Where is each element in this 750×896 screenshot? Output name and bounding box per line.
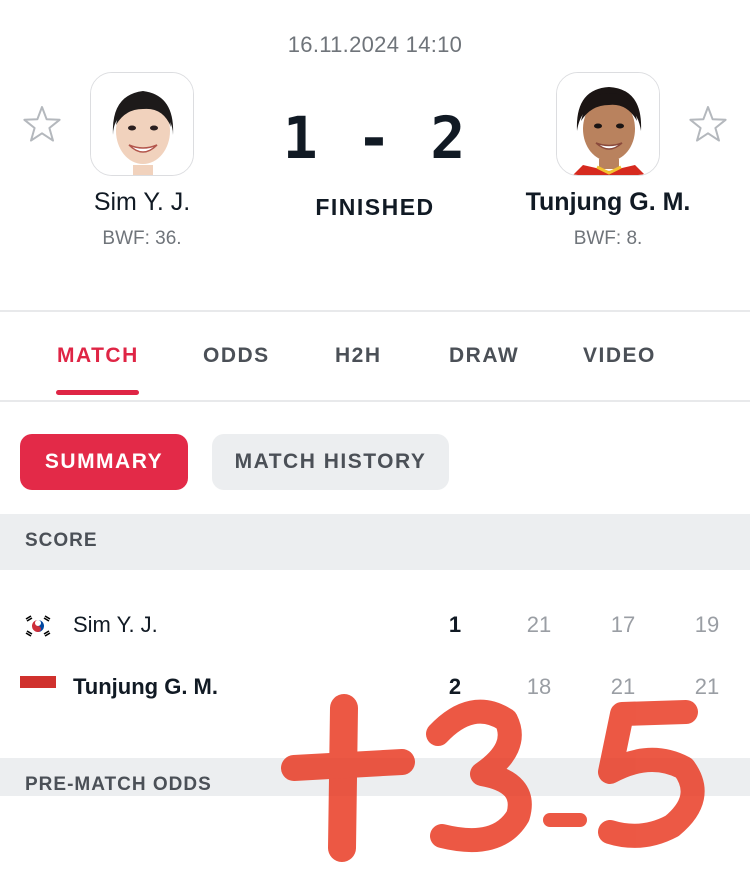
- tab-draw[interactable]: DRAW: [449, 344, 519, 368]
- active-tab-indicator: [56, 390, 139, 395]
- away-player-rank: BWF: 8.: [573, 228, 643, 249]
- tab-h2h[interactable]: H2H: [335, 344, 382, 368]
- home-set-1: 21: [526, 612, 552, 637]
- player-photo-icon[interactable]: [556, 72, 660, 176]
- home-player-rank: BWF: 36.: [102, 228, 182, 249]
- match-history-button[interactable]: MATCH HISTORY: [212, 434, 449, 490]
- favorite-star-icon[interactable]: [22, 104, 62, 144]
- away-player-name[interactable]: Tunjung G. M.: [488, 188, 728, 217]
- home-row-name: Sim Y. J.: [73, 612, 158, 637]
- score-section-header: SCORE: [0, 514, 750, 570]
- tab-odds[interactable]: ODDS: [203, 344, 270, 368]
- favorite-star-icon[interactable]: [688, 104, 728, 144]
- table-row[interactable]: Tunjung G. M. 2 18 21 21: [0, 666, 750, 706]
- home-total-sets: 1: [448, 612, 462, 637]
- player-photo-icon[interactable]: [90, 72, 194, 176]
- match-datetime: 16.11.2024 14:10: [287, 32, 463, 57]
- away-set-3: 21: [694, 674, 720, 699]
- summary-button[interactable]: SUMMARY: [20, 434, 188, 490]
- match-status: FINISHED: [315, 194, 435, 220]
- home-set-3: 19: [694, 612, 720, 637]
- away-set-2: 21: [610, 674, 636, 699]
- tabs-divider: [0, 400, 750, 402]
- section-title: SCORE: [25, 530, 98, 551]
- match-tabs: MATCH ODDS H2H DRAW VIDEO: [0, 312, 750, 402]
- section-title: PRE-MATCH ODDS: [25, 774, 212, 795]
- away-set-1: 18: [526, 674, 552, 699]
- away-row-name: Tunjung G. M.: [73, 674, 218, 699]
- prematch-odds-section-header: PRE-MATCH ODDS: [0, 758, 750, 796]
- home-set-2: 17: [610, 612, 636, 637]
- indonesia-flag-icon: [20, 676, 56, 700]
- home-player-name[interactable]: Sim Y. J.: [22, 188, 262, 217]
- tab-match[interactable]: MATCH: [57, 344, 139, 368]
- south-korea-flag-icon: [20, 614, 56, 638]
- away-total-sets: 2: [448, 674, 462, 699]
- tab-video[interactable]: VIDEO: [583, 344, 656, 368]
- table-row[interactable]: Sim Y. J. 1 21 17 19: [0, 604, 750, 644]
- match-score: 1 - 2: [282, 104, 468, 172]
